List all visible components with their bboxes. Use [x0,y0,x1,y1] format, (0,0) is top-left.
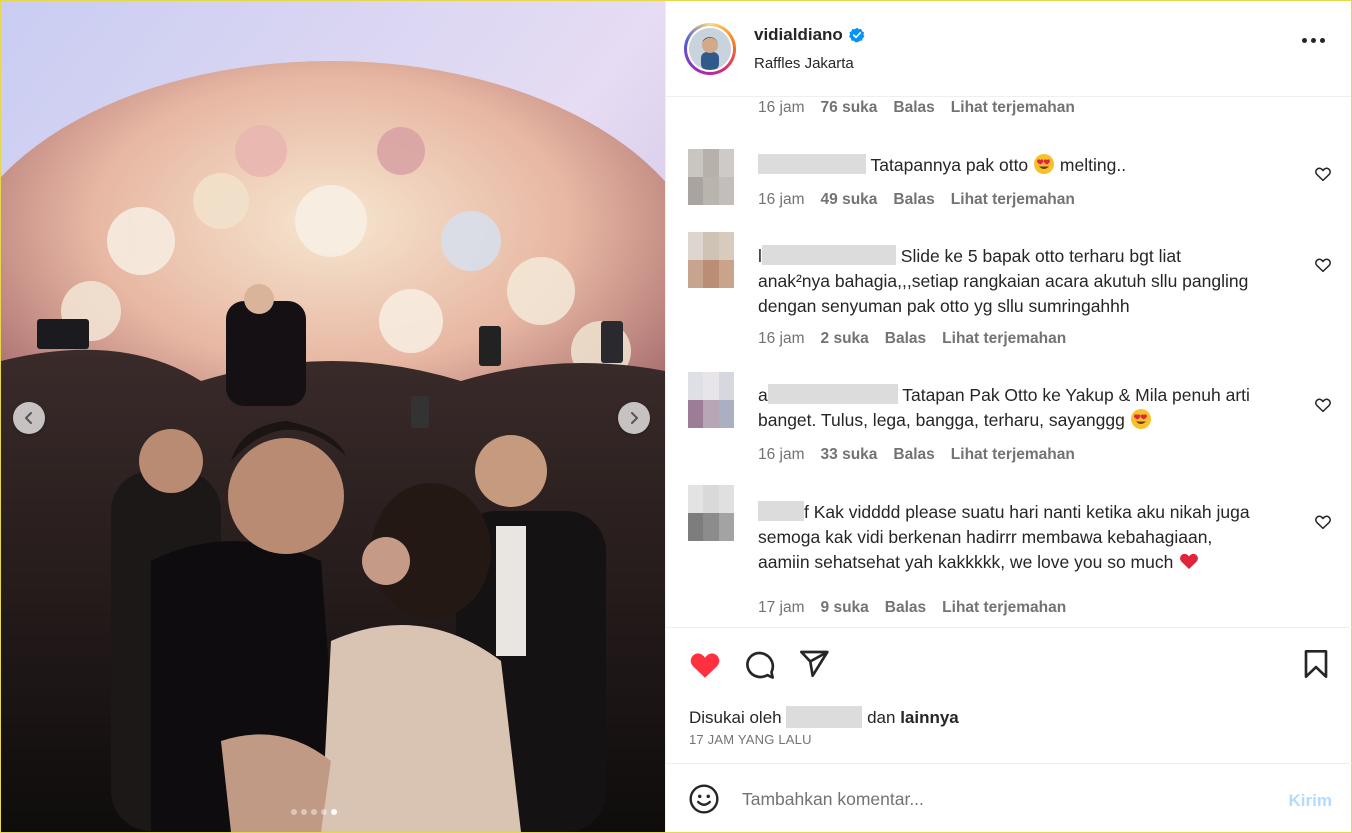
username-link[interactable]: vidialdiano [754,25,843,45]
post-header: vidialdiano Raffles Jakarta [666,1,1351,97]
comment-meta: 16 jam 76 suka Balas Lihat terjemahan [758,99,1091,117]
heart-icon[interactable] [1314,513,1332,531]
heart-icon[interactable] [1314,165,1332,183]
reply-button[interactable]: Balas [885,599,926,617]
post-photo [1,1,665,832]
comment-meta: 16 jam 49 suka Balas Lihat terjemahan [758,191,1091,209]
comment-text: l Slide ke 5 bapak otto terharu bgt liat… [758,245,1249,316]
avatar[interactable] [688,485,734,541]
post-actions: Disukai oleh dan lainnya 17 JAM YANG LAL… [666,627,1352,763]
comment-icon[interactable] [744,649,776,681]
reply-button[interactable]: Balas [893,99,934,117]
location-link[interactable]: Raffles Jakarta [754,55,865,72]
chevron-right-icon [631,412,638,424]
story-ring[interactable] [684,22,736,75]
verified-badge-icon [848,27,865,43]
emoji-icon[interactable] [688,783,720,815]
reply-button[interactable]: Balas [893,191,934,209]
reply-button[interactable]: Balas [885,330,926,348]
more-options-icon[interactable] [1302,38,1325,43]
likes-others-link[interactable]: lainnya [900,708,959,727]
previous-slide-button[interactable] [13,402,45,434]
comment-meta: 16 jam 2 suka Balas Lihat terjemahan [758,330,1082,348]
post-media[interactable] [1,1,665,832]
avatar[interactable] [688,149,734,205]
translate-button[interactable]: Lihat terjemahan [942,330,1066,348]
redacted-username[interactable] [767,384,898,404]
post-modal: vidialdiano Raffles Jakarta 16 jam 76 su… [0,0,1352,833]
translate-button[interactable]: Lihat terjemahan [951,191,1075,209]
comment-text: a Tatapan Pak Otto ke Yakup & Mila penuh… [758,384,1250,430]
avatar[interactable] [688,372,734,428]
translate-button[interactable]: Lihat terjemahan [942,599,1066,617]
carousel-dot [311,809,317,815]
post-side-panel: vidialdiano Raffles Jakarta 16 jam 76 su… [665,1,1352,832]
redacted-username[interactable] [758,501,804,521]
translate-button[interactable]: Lihat terjemahan [951,99,1075,117]
heart-eyes-emoji [1130,409,1151,429]
redacted-username[interactable] [758,154,866,174]
avatar[interactable] [688,232,734,288]
carousel-dot [321,809,327,815]
comment-likes[interactable]: 49 suka [821,191,878,209]
comment-input[interactable] [742,786,1262,812]
comment-likes[interactable]: 2 suka [821,330,869,348]
post-comment-button[interactable]: Kirim [1289,791,1332,811]
heart-eyes-emoji [1034,154,1055,174]
redacted-username[interactable] [786,706,863,728]
comment-time[interactable]: 16 jam [758,191,805,209]
comment-time[interactable]: 17 jam [758,599,805,617]
comment-meta: 16 jam 33 suka Balas Lihat terjemahan [758,446,1091,464]
carousel-dot-active [331,809,337,815]
heart-icon[interactable] [1314,396,1332,414]
redacted-username[interactable] [761,245,896,265]
comment-likes[interactable]: 9 suka [821,599,869,617]
heart-icon[interactable] [1314,256,1332,274]
liked-by-text: Disukai oleh dan lainnya [689,706,959,728]
comments-list[interactable]: 16 jam 76 suka Balas Lihat terjemahan Ta… [666,97,1352,627]
translate-button[interactable]: Lihat terjemahan [951,446,1075,464]
carousel-indicator [291,809,337,815]
red-heart-emoji [1180,553,1199,569]
heart-filled-icon[interactable] [688,648,722,682]
avatar [689,27,731,70]
comment-likes[interactable]: 33 suka [821,446,878,464]
chevron-left-icon [25,412,32,424]
comment-composer: Kirim [666,763,1352,832]
comment-time[interactable]: 16 jam [758,446,805,464]
comment-likes[interactable]: 76 suka [821,99,878,117]
next-slide-button[interactable] [618,402,650,434]
carousel-dot [301,809,307,815]
bookmark-icon[interactable] [1300,648,1332,680]
post-timestamp[interactable]: 17 JAM YANG LALU [689,732,812,747]
comment-time[interactable]: 16 jam [758,99,805,117]
comment-time[interactable]: 16 jam [758,330,805,348]
carousel-dot [291,809,297,815]
comment-meta: 17 jam 9 suka Balas Lihat terjemahan [758,599,1082,617]
comment-text: Tatapannya pak otto melting.. [758,153,1298,178]
comment-text: f Kak vidddd please suatu hari nanti ket… [758,501,1250,572]
share-icon[interactable] [798,648,830,680]
reply-button[interactable]: Balas [893,446,934,464]
